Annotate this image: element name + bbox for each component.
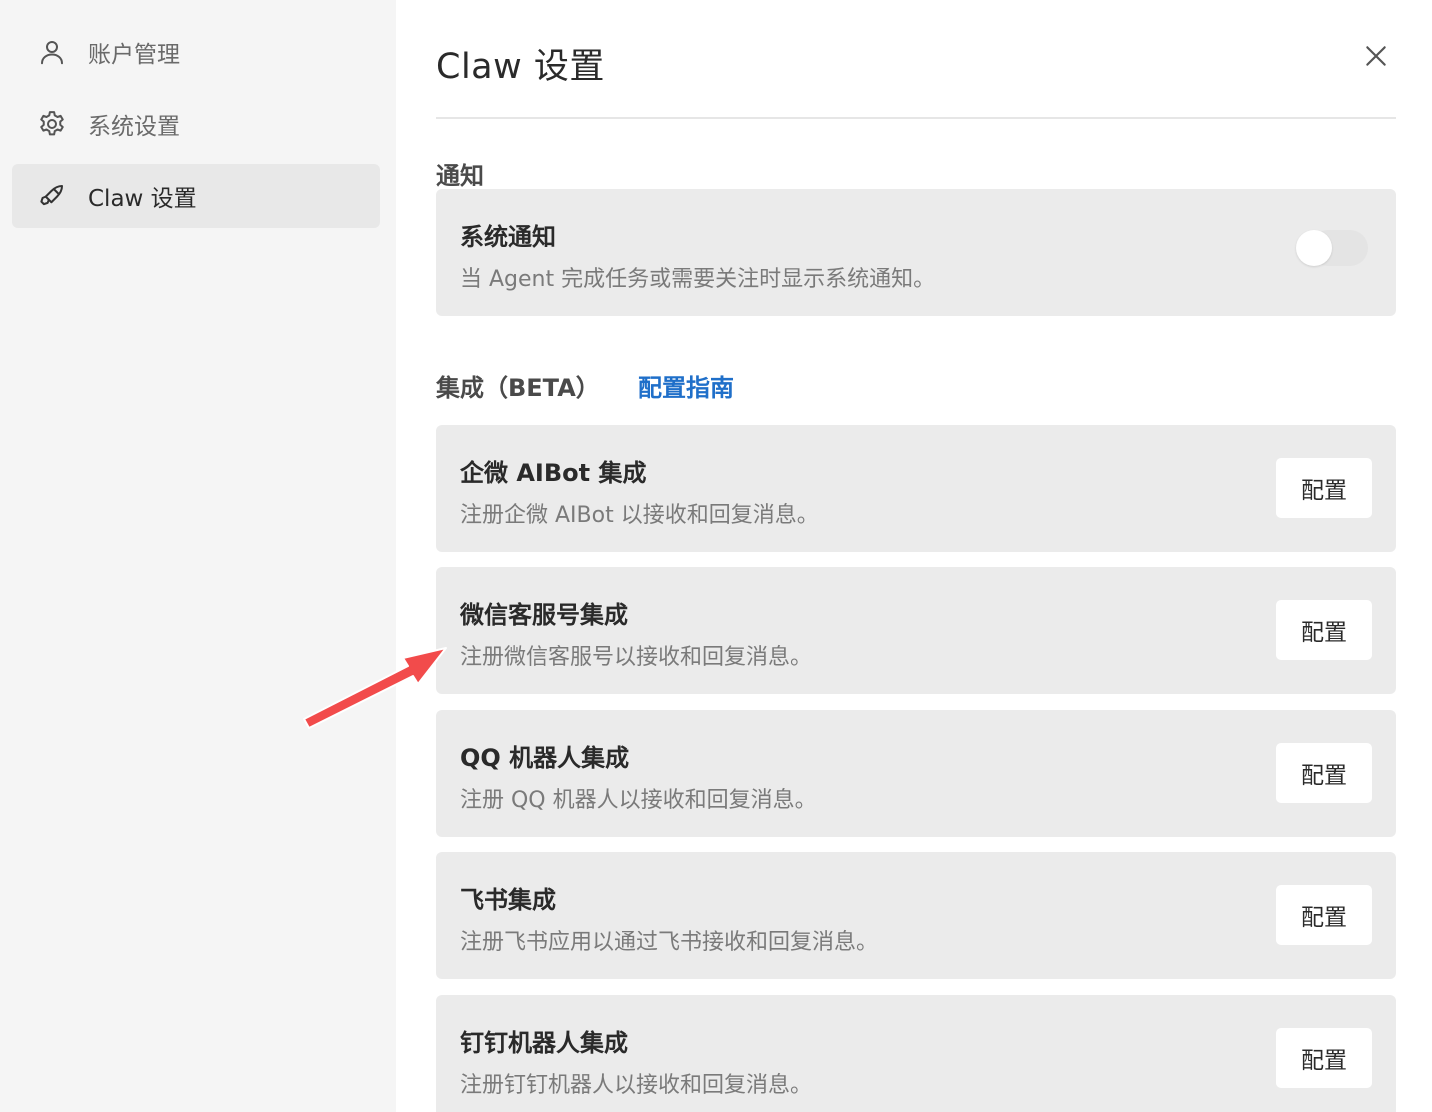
card-title: 微信客服号集成 bbox=[460, 601, 628, 629]
notification-card: 系统通知 当 Agent 完成任务或需要关注时显示系统通知。 bbox=[436, 189, 1396, 316]
toggle-knob bbox=[1296, 230, 1332, 266]
sidebar-item-label: Claw 设置 bbox=[88, 186, 197, 212]
config-button[interactable]: 配置 bbox=[1276, 885, 1372, 945]
gear-icon bbox=[36, 108, 68, 140]
config-button[interactable]: 配置 bbox=[1276, 458, 1372, 518]
sidebar-item-account[interactable]: 账户管理 bbox=[12, 20, 380, 84]
card-title: 飞书集成 bbox=[460, 886, 556, 914]
config-button[interactable]: 配置 bbox=[1276, 743, 1372, 803]
config-button[interactable]: 配置 bbox=[1276, 1028, 1372, 1088]
card-description: 注册 QQ 机器人以接收和回复消息。 bbox=[460, 788, 817, 813]
card-title: 系统通知 bbox=[460, 223, 556, 251]
card-description: 注册企微 AIBot 以接收和回复消息。 bbox=[460, 503, 819, 528]
system-notification-toggle[interactable] bbox=[1296, 226, 1372, 270]
config-guide-link[interactable]: 配置指南 bbox=[638, 368, 734, 403]
section-title-notifications: 通知 bbox=[436, 162, 484, 190]
header-divider bbox=[436, 117, 1396, 119]
close-button[interactable] bbox=[1358, 38, 1394, 74]
card-description: 注册微信客服号以接收和回复消息。 bbox=[460, 645, 813, 670]
sidebar-item-claw[interactable]: Claw 设置 bbox=[12, 164, 380, 228]
integration-card-dingtalk: 钉钉机器人集成 注册钉钉机器人以接收和回复消息。 配置 bbox=[436, 995, 1396, 1112]
claw-icon bbox=[36, 180, 68, 212]
card-description: 当 Agent 完成任务或需要关注时显示系统通知。 bbox=[460, 267, 936, 292]
settings-window: 账户管理 系统设置 Claw 设置 Claw 设置 通知 系统通知 当 Agen… bbox=[0, 0, 1432, 1112]
sidebar-item-label: 账户管理 bbox=[88, 42, 180, 68]
sidebar: 账户管理 系统设置 Claw 设置 bbox=[0, 0, 396, 1112]
card-description: 注册飞书应用以通过飞书接收和回复消息。 bbox=[460, 930, 879, 955]
integration-card-wechat-service: 微信客服号集成 注册微信客服号以接收和回复消息。 配置 bbox=[436, 567, 1396, 694]
sidebar-item-system[interactable]: 系统设置 bbox=[12, 92, 380, 156]
card-title: 钉钉机器人集成 bbox=[460, 1029, 628, 1057]
section-title-integrations: 集成（BETA） bbox=[436, 374, 600, 402]
user-icon bbox=[36, 36, 68, 68]
card-title: 企微 AIBot 集成 bbox=[460, 459, 647, 487]
card-description: 注册钉钉机器人以接收和回复消息。 bbox=[460, 1073, 813, 1098]
integration-card-wecom-aibot: 企微 AIBot 集成 注册企微 AIBot 以接收和回复消息。 配置 bbox=[436, 425, 1396, 552]
sidebar-item-label: 系统设置 bbox=[88, 114, 180, 140]
card-title: QQ 机器人集成 bbox=[460, 744, 630, 772]
config-button[interactable]: 配置 bbox=[1276, 600, 1372, 660]
integration-card-qq-bot: QQ 机器人集成 注册 QQ 机器人以接收和回复消息。 配置 bbox=[436, 710, 1396, 837]
close-icon bbox=[1366, 46, 1386, 66]
integration-card-feishu: 飞书集成 注册飞书应用以通过飞书接收和回复消息。 配置 bbox=[436, 852, 1396, 979]
page-title: Claw 设置 bbox=[436, 47, 605, 87]
main-panel: Claw 设置 通知 系统通知 当 Agent 完成任务或需要关注时显示系统通知… bbox=[436, 0, 1396, 1112]
